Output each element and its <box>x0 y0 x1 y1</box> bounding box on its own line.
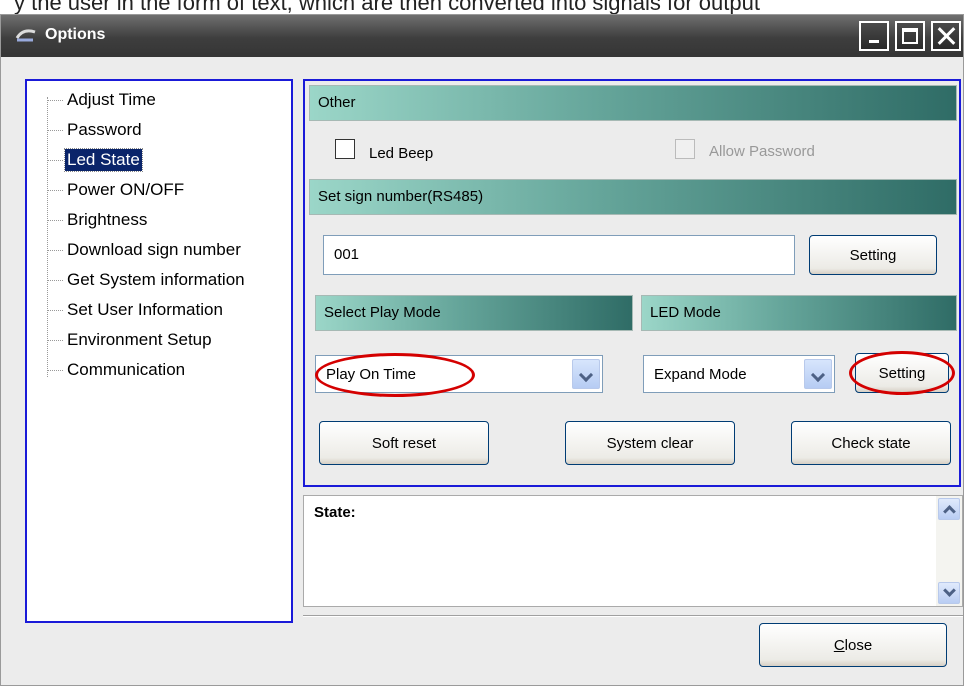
tree-item-set-user-information[interactable]: Set User Information <box>47 299 225 327</box>
tree-item-led-state[interactable]: Led State <box>47 148 143 177</box>
chevron-down-icon[interactable] <box>572 359 600 389</box>
allow-password-checkbox[interactable] <box>675 139 695 159</box>
app-icon <box>15 29 36 42</box>
soft-reset-button[interactable]: Soft reset <box>319 421 489 465</box>
tree-item-communication[interactable]: Communication <box>47 359 187 387</box>
minimize-button[interactable] <box>859 21 889 51</box>
options-window: Options Adjust Time Password Led State P… <box>0 14 964 686</box>
tree-item-adjust-time[interactable]: Adjust Time <box>47 89 158 117</box>
check-state-button[interactable]: Check state <box>791 421 951 465</box>
footer-divider <box>303 615 963 617</box>
led-beep-label: Led Beep <box>369 145 434 162</box>
chevron-down-icon[interactable] <box>804 359 832 389</box>
tree-item-get-system-information[interactable]: Get System information <box>47 269 247 297</box>
state-label: State: <box>314 504 356 521</box>
scroll-up-icon[interactable] <box>938 498 960 520</box>
led-mode-select[interactable]: Expand Mode <box>643 355 835 393</box>
tree-item-brightness[interactable]: Brightness <box>47 209 149 237</box>
close-button-label: Close <box>833 636 873 654</box>
led-state-panel: Other Led Beep Allow Password Set sign n… <box>303 79 961 487</box>
close-button[interactable]: Close <box>759 623 947 667</box>
sign-number-setting-button[interactable]: Setting <box>809 235 937 275</box>
tree-item-password[interactable]: Password <box>47 119 144 147</box>
led-beep-checkbox[interactable] <box>335 139 355 159</box>
led-mode-header: LED Mode <box>641 295 957 331</box>
scroll-down-icon[interactable] <box>938 582 960 604</box>
tree-item-download-sign-number[interactable]: Download sign number <box>47 239 243 267</box>
window-title: Options <box>45 26 106 43</box>
allow-password-label: Allow Password <box>709 143 815 160</box>
close-window-button[interactable] <box>931 21 961 51</box>
system-clear-button[interactable]: System clear <box>565 421 735 465</box>
options-tree: Adjust Time Password Led State Power ON/… <box>25 79 293 623</box>
play-mode-value: Play On Time <box>326 366 417 383</box>
play-mode-select[interactable]: Play On Time <box>315 355 603 393</box>
state-textarea[interactable]: State: <box>303 495 963 607</box>
led-mode-setting-button[interactable]: Setting <box>855 353 949 393</box>
play-mode-header: Select Play Mode <box>315 295 633 331</box>
partial-background-text: y the user in the form of text, which ar… <box>0 0 968 14</box>
sign-number-header: Set sign number(RS485) <box>309 179 957 215</box>
maximize-button[interactable] <box>895 21 925 51</box>
led-mode-value: Expand Mode <box>654 366 747 383</box>
tree-item-power-on-off[interactable]: Power ON/OFF <box>47 179 186 207</box>
vertical-scrollbar[interactable] <box>936 496 962 606</box>
sign-number-input[interactable]: 001 <box>323 235 795 275</box>
other-header: Other <box>309 85 957 121</box>
title-bar[interactable]: Options <box>1 15 963 57</box>
tree-item-environment-setup[interactable]: Environment Setup <box>47 329 214 357</box>
